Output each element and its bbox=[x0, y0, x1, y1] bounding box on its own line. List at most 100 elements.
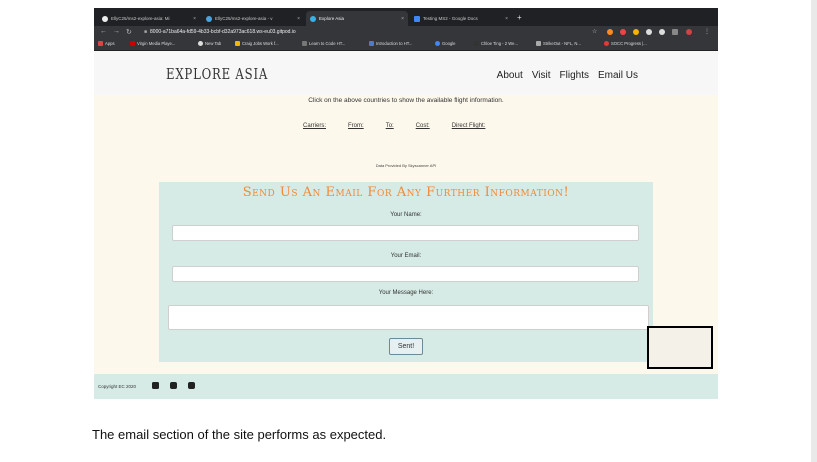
email-section: Send Us An Email For Any Further Informa… bbox=[159, 182, 653, 362]
bookmark-label: Apps bbox=[105, 41, 115, 46]
nav-visit[interactable]: Visit bbox=[532, 70, 551, 81]
tab-label: EllyC25/ms2-explore-asia: Mi bbox=[111, 16, 170, 21]
filter-carriers[interactable]: Carriers: bbox=[303, 123, 326, 129]
docs-icon bbox=[414, 15, 420, 22]
strikeout-icon bbox=[536, 41, 541, 46]
thumbnail-preview bbox=[649, 328, 711, 367]
send-button[interactable]: Sent! bbox=[389, 338, 423, 355]
url-text: 8000-a71ba64a-fd59-4b33-bcbf-d32a973ac61… bbox=[150, 29, 296, 35]
bookmark-item[interactable]: Learn to Code HT... bbox=[302, 41, 345, 46]
close-icon[interactable]: × bbox=[505, 16, 508, 22]
screenshot-thumbnail bbox=[647, 326, 713, 369]
filter-from[interactable]: From: bbox=[348, 123, 364, 129]
virgin-media-icon bbox=[130, 41, 135, 46]
bookmarks-bar: Apps Virgin Media Playe... New Tab Craig… bbox=[94, 39, 718, 51]
menu-kebab-icon[interactable]: ⋮ bbox=[704, 28, 710, 35]
filter-direct-flight[interactable]: Direct Flight: bbox=[452, 123, 486, 129]
bookmark-label: SOCC Progress |... bbox=[611, 41, 647, 46]
url-field[interactable]: ■ 8000-a71ba64a-fd59-4b33-bcbf-d32a973ac6… bbox=[144, 28, 584, 37]
globe-icon bbox=[198, 41, 203, 46]
email-title: Send Us An Email For Any Further Informa… bbox=[242, 185, 570, 200]
filter-to[interactable]: To: bbox=[386, 123, 394, 129]
bookmark-label: Craig Jobs Work f... bbox=[242, 41, 279, 46]
site-footer: Copyright EC 2020 bbox=[94, 374, 718, 399]
extension-icon[interactable] bbox=[646, 29, 652, 35]
new-tab-button[interactable]: + bbox=[517, 13, 522, 22]
bookmark-item[interactable]: Google bbox=[435, 41, 456, 46]
socc-icon bbox=[604, 41, 609, 46]
address-bar-row: ← → ↻ ■ 8000-a71ba64a-fd59-4b33-bcbf-d32a… bbox=[94, 26, 718, 39]
bookmark-item[interactable]: Introduction to HT... bbox=[369, 41, 412, 46]
youtube-icon[interactable] bbox=[188, 382, 195, 389]
close-icon[interactable]: × bbox=[297, 16, 300, 22]
site-brand[interactable]: Explore Asia bbox=[166, 65, 268, 83]
bookmark-star-icon[interactable]: ☆ bbox=[592, 28, 597, 35]
name-field[interactable] bbox=[172, 225, 639, 241]
tab-label: Explore Asia bbox=[319, 16, 345, 21]
bookmark-item[interactable]: SOCC Progress |... bbox=[604, 41, 647, 46]
instagram-icon[interactable] bbox=[170, 382, 177, 389]
document-caption: The email section of the site performs a… bbox=[92, 427, 387, 442]
screenshot: EllyC25/ms2-explore-asia: Mi × EllyC25/m… bbox=[94, 8, 718, 399]
name-label: Your Name: bbox=[390, 212, 422, 218]
video-icon bbox=[474, 41, 479, 46]
bookmark-item[interactable]: Virgin Media Playe... bbox=[130, 41, 175, 46]
site-nav-links: About Visit Flights Email Us bbox=[497, 70, 638, 81]
tab-label: Testing MS2 - Google Docs bbox=[423, 16, 478, 21]
bookmark-label: Introduction to HT... bbox=[376, 41, 413, 46]
extension-icon[interactable] bbox=[659, 29, 665, 35]
extension-icon[interactable] bbox=[607, 29, 613, 35]
close-icon[interactable]: × bbox=[401, 16, 404, 22]
message-field[interactable] bbox=[168, 305, 649, 330]
close-icon[interactable]: × bbox=[193, 16, 196, 22]
browser-tab[interactable]: EllyC25/ms2-explore-asia: Mi × bbox=[98, 11, 200, 26]
bookmark-label: Learn to Code HT... bbox=[309, 41, 346, 46]
data-credit: Data Provided By Skyscanner API bbox=[375, 163, 437, 168]
email-field[interactable] bbox=[172, 266, 639, 282]
nav-email-us[interactable]: Email Us bbox=[598, 70, 638, 81]
lock-icon: ■ bbox=[144, 29, 148, 35]
bookmark-item[interactable]: StrikeOut - NFL, N... bbox=[536, 41, 581, 46]
nav-about[interactable]: About bbox=[497, 70, 523, 81]
intro-html-icon bbox=[369, 41, 374, 46]
bookmark-label: New Tab bbox=[205, 41, 222, 46]
reload-icon[interactable]: ↻ bbox=[126, 28, 132, 36]
bookmark-item[interactable]: Chloe Ting - 2 We... bbox=[474, 41, 518, 46]
profile-icon[interactable] bbox=[686, 29, 692, 35]
github-icon bbox=[102, 15, 108, 22]
apps-icon bbox=[98, 41, 103, 46]
message-label: Your Message Here: bbox=[378, 290, 434, 296]
bookmark-label: Virgin Media Playe... bbox=[137, 41, 176, 46]
flight-filters: Carriers: From: To: Cost: Direct Flight: bbox=[303, 123, 485, 129]
browser-tab[interactable]: EllyC25/ms2-explore-asia - v × bbox=[202, 11, 304, 26]
extension-icon[interactable] bbox=[620, 29, 626, 35]
bookmark-label: Chloe Ting - 2 We... bbox=[481, 41, 518, 46]
nav-flights[interactable]: Flights bbox=[560, 70, 589, 81]
browser-tab-strip: EllyC25/ms2-explore-asia: Mi × EllyC25/m… bbox=[94, 8, 718, 26]
bookmark-label: Google bbox=[442, 41, 456, 46]
back-icon[interactable]: ← bbox=[100, 28, 107, 35]
bookmark-item[interactable]: Apps bbox=[98, 41, 115, 46]
gitpod-icon bbox=[206, 15, 212, 22]
browser-tab[interactable]: Testing MS2 - Google Docs × bbox=[410, 11, 512, 26]
document-page: EllyC25/ms2-explore-asia: Mi × EllyC25/m… bbox=[0, 0, 817, 462]
bookmark-item[interactable]: Craig Jobs Work f... bbox=[235, 41, 279, 46]
site-favicon-icon bbox=[310, 15, 316, 22]
craig-jobs-icon bbox=[235, 41, 240, 46]
copyright: Copyright EC 2020 bbox=[98, 384, 137, 389]
google-icon bbox=[435, 41, 440, 46]
forward-icon[interactable]: → bbox=[113, 28, 120, 35]
tab-label: EllyC25/ms2-explore-asia - v bbox=[215, 16, 273, 21]
bookmark-item[interactable]: New Tab bbox=[198, 41, 221, 46]
email-label: Your Email: bbox=[390, 253, 422, 259]
flights-hint: Click on the above countries to show the… bbox=[308, 97, 504, 104]
extension-icon[interactable] bbox=[672, 29, 678, 35]
facebook-icon[interactable] bbox=[152, 382, 159, 389]
document-scrollbar[interactable] bbox=[811, 0, 817, 462]
learn-code-icon bbox=[302, 41, 307, 46]
filter-cost[interactable]: Cost: bbox=[416, 123, 430, 129]
site-navbar: Explore Asia About Visit Flights Email U… bbox=[94, 51, 718, 95]
bookmark-label: StrikeOut - NFL, N... bbox=[543, 41, 581, 46]
browser-tab-active[interactable]: Explore Asia × bbox=[306, 11, 408, 26]
extension-icon[interactable] bbox=[633, 29, 639, 35]
